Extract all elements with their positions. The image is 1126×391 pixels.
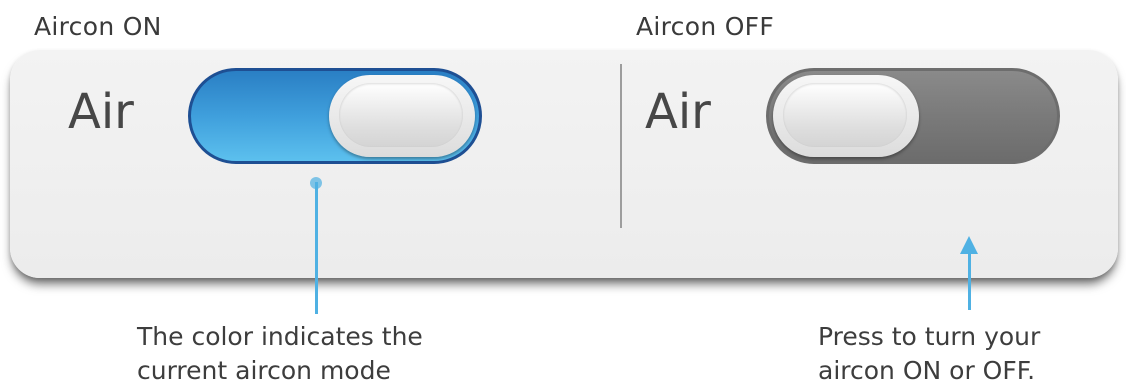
callout-press: Press to turn your aircon ON or OFF. [818,320,1118,388]
air-toggle-off[interactable] [766,68,1060,164]
callout-color-line1: The color indicates the [137,322,423,351]
aircon-on-heading: Aircon ON [34,12,162,41]
toggle-knob[interactable] [773,75,919,157]
toggle-knob-face [339,83,463,147]
air-toggle-on[interactable] [188,68,482,164]
callout-line-press [968,248,971,310]
toggle-knob-face [783,83,907,147]
callout-color-line2: current aircon mode [137,356,391,385]
aircon-off-heading: Aircon OFF [636,12,775,41]
air-label-off: Air [645,84,711,140]
callout-press-line2: aircon ON or OFF. [818,356,1036,385]
panel-divider [620,64,622,228]
callout-color-mode: The color indicates the current aircon m… [137,320,497,388]
callout-press-line1: Press to turn your [818,322,1041,351]
toggle-knob[interactable] [329,75,475,157]
air-label-on: Air [68,84,134,140]
callout-line-color [315,182,318,314]
